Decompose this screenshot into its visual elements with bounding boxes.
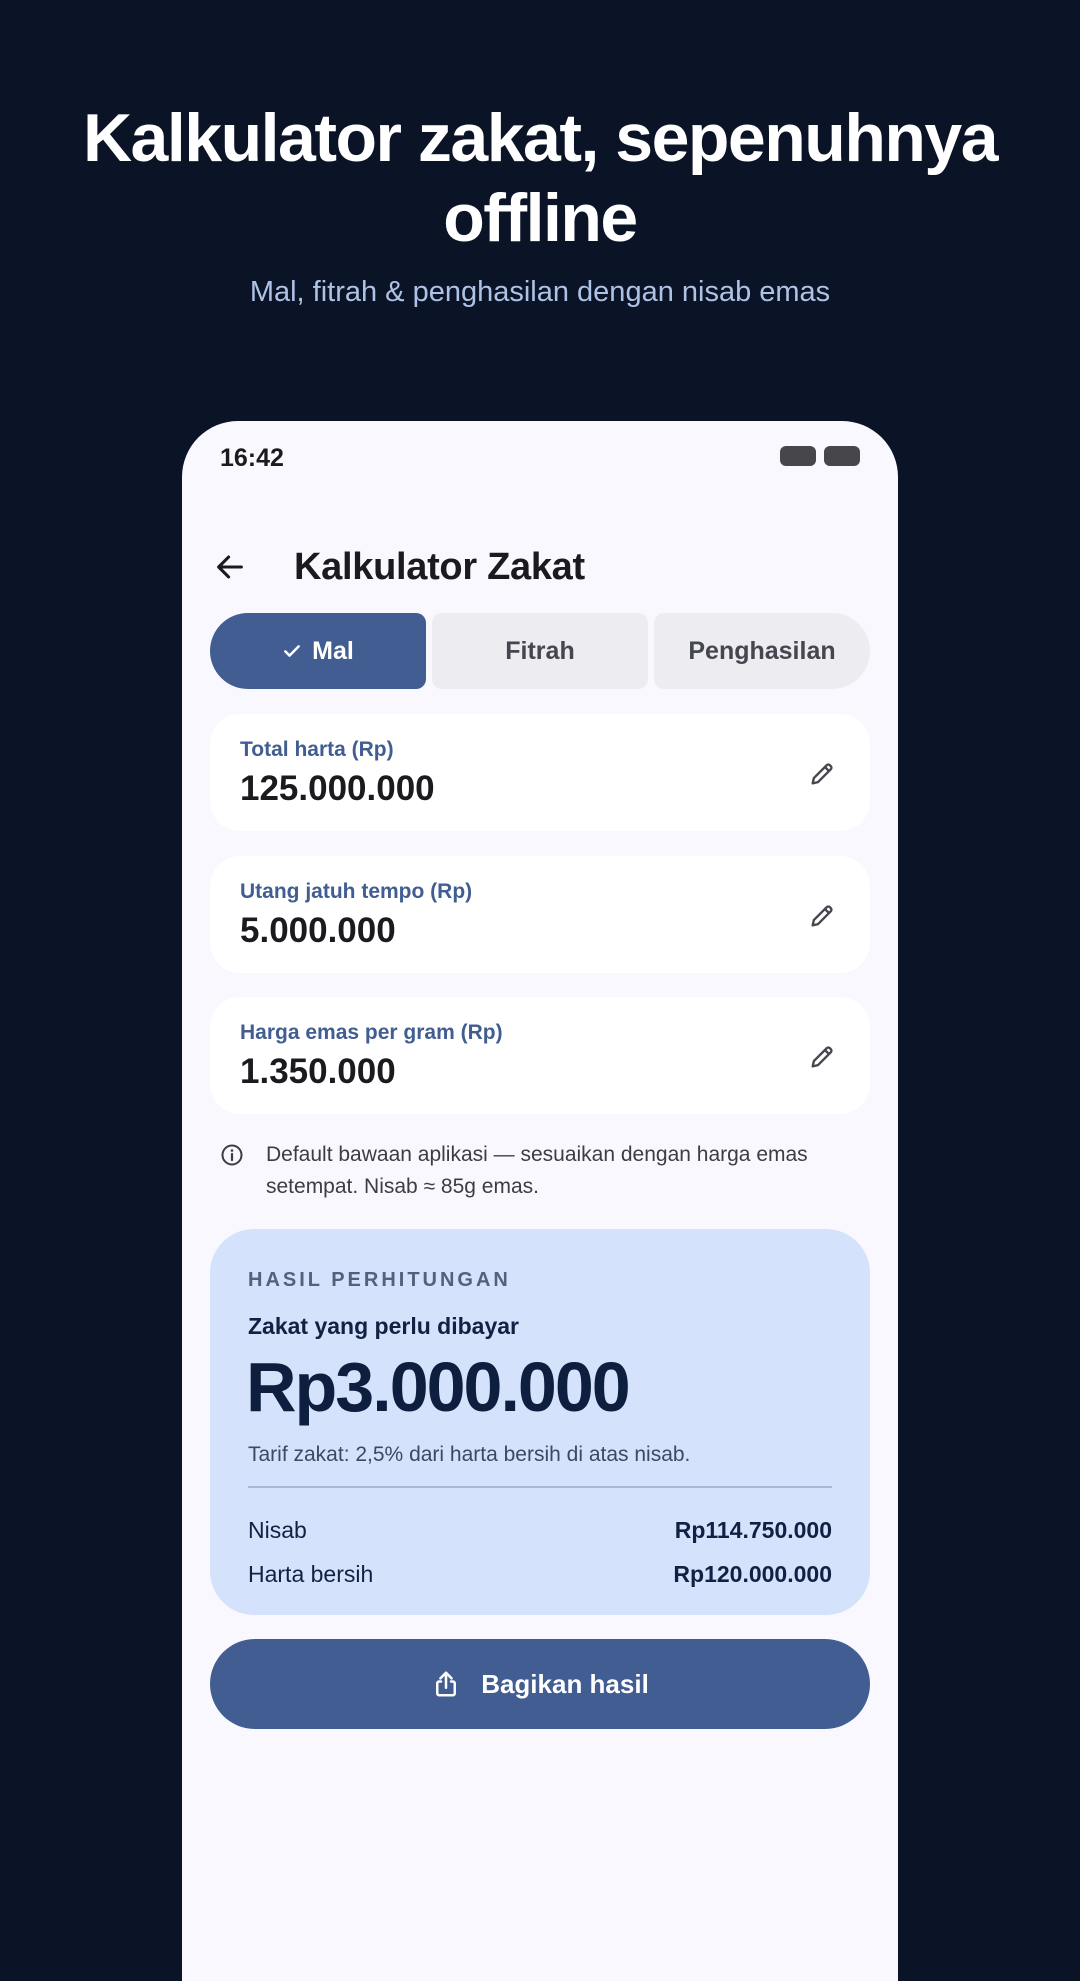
tab-fitrah-label: Fitrah: [505, 636, 575, 665]
harga-emas-value[interactable]: 1.350.000: [240, 1050, 396, 1094]
utang-label: Utang jatuh tempo (Rp): [240, 880, 473, 903]
zakat-type-tabs: Mal Fitrah Penghasilan: [210, 613, 870, 689]
harga-emas-label: Harga emas per gram (Rp): [240, 1021, 503, 1044]
harta-bersih-label: Harta bersih: [248, 1560, 374, 1587]
app-bar: Kalkulator Zakat: [182, 521, 898, 611]
result-card: HASIL PERHITUNGAN Zakat yang perlu dibay…: [210, 1229, 870, 1615]
nisab-row: Nisab Rp114.750.000: [248, 1513, 832, 1547]
phone-screen: 16:42 Kalkulator Zakat Mal Fitrah Pengha…: [182, 421, 898, 1981]
tab-fitrah[interactable]: Fitrah: [432, 613, 648, 689]
promo-headline: Kalkulator zakat, sepenuhnya offline: [82, 100, 999, 256]
nisab-value: Rp114.750.000: [674, 1516, 832, 1543]
edit-harga-emas-button[interactable]: [804, 1039, 840, 1075]
total-harta-label: Total harta (Rp): [240, 738, 394, 761]
info-icon: [221, 1144, 243, 1166]
utang-value[interactable]: 5.000.000: [240, 909, 396, 953]
nisab-label: Nisab: [248, 1516, 307, 1543]
share-icon: [431, 1669, 461, 1699]
pencil-icon: [811, 763, 833, 785]
promo-subtitle: Mal, fitrah & penghasilan dengan nisab e…: [249, 276, 831, 308]
result-divider: [248, 1486, 832, 1488]
utang-field[interactable]: Utang jatuh tempo (Rp) 5.000.000: [210, 856, 870, 973]
back-button[interactable]: [202, 539, 258, 595]
status-icons: [780, 446, 860, 466]
info-text: Default bawaan aplikasi — sesuaikan deng…: [266, 1143, 808, 1198]
result-overline: HASIL PERHITUNGAN: [248, 1269, 511, 1291]
tab-penghasilan[interactable]: Penghasilan: [654, 613, 870, 689]
tab-penghasilan-label: Penghasilan: [688, 636, 836, 665]
harta-bersih-row: Harta bersih Rp120.000.000: [248, 1557, 832, 1591]
arrow-left-icon: [217, 555, 243, 579]
edit-utang-button[interactable]: [804, 898, 840, 934]
tab-mal-label: Mal: [312, 636, 354, 665]
status-time: 16:42: [220, 444, 284, 472]
edit-total-harta-button[interactable]: [804, 756, 840, 792]
pencil-icon: [811, 1046, 833, 1068]
tab-mal[interactable]: Mal: [210, 613, 426, 689]
share-button[interactable]: Bagikan hasil: [210, 1639, 870, 1729]
battery-icon: [824, 446, 860, 466]
zakat-amount: Rp3.000.000: [246, 1348, 631, 1426]
harga-emas-field[interactable]: Harga emas per gram (Rp) 1.350.000: [210, 997, 870, 1114]
share-button-label: Bagikan hasil: [481, 1668, 649, 1699]
total-harta-value[interactable]: 125.000.000: [240, 767, 435, 811]
total-harta-field[interactable]: Total harta (Rp) 125.000.000: [210, 714, 870, 831]
harta-bersih-value: Rp120.000.000: [673, 1560, 832, 1587]
result-caption: Zakat yang perlu dibayar: [248, 1313, 519, 1339]
check-icon: [282, 641, 302, 661]
pencil-icon: [811, 905, 833, 927]
result-note: Tarif zakat: 2,5% dari harta bersih di a…: [248, 1443, 691, 1466]
signal-icon: [780, 446, 816, 466]
page-title: Kalkulator Zakat: [294, 546, 585, 588]
